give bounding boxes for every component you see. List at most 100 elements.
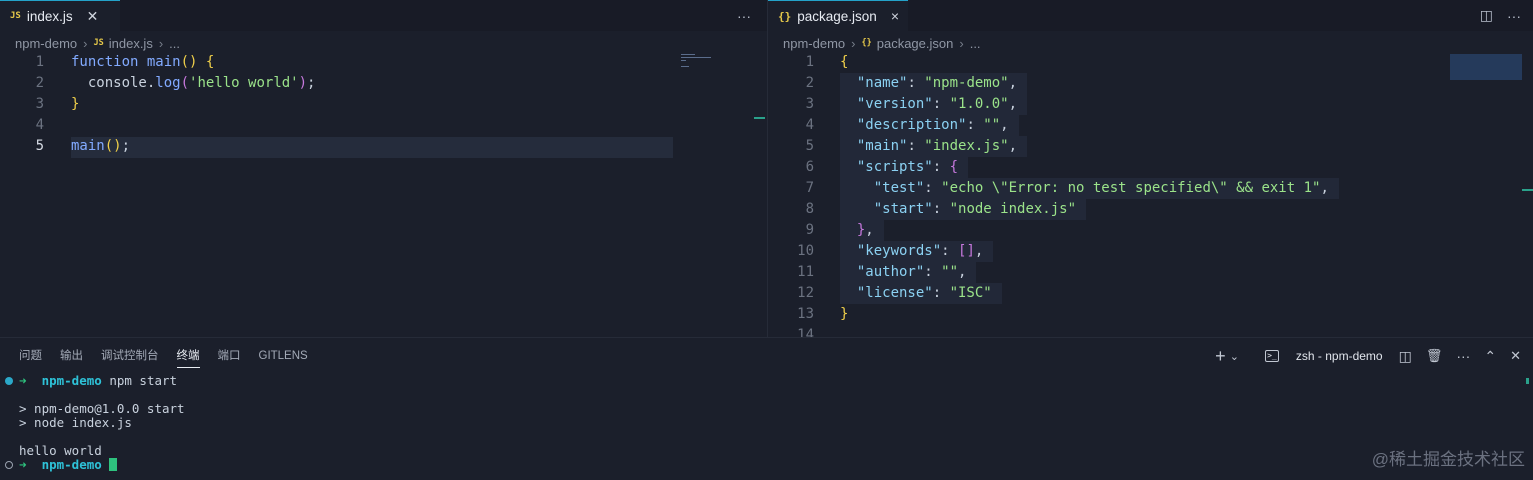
command-decoration-icon[interactable]: [5, 461, 13, 469]
code-editor-right[interactable]: 1{2 "name": "npm-demo", 3 "version": "1.0…: [768, 52, 1533, 337]
line-number: 5: [805, 138, 814, 154]
code-line[interactable]: 4: [0, 115, 767, 136]
line-number: 9: [805, 222, 814, 238]
code-token: main: [71, 138, 105, 154]
close-icon[interactable]: ×: [891, 8, 899, 24]
scrollbar-marker: [754, 117, 765, 119]
breadcrumb-file[interactable]: index.js: [109, 36, 153, 51]
panel-tab[interactable]: 问题: [10, 338, 51, 374]
code-line[interactable]: 3 "version": "1.0.0",: [768, 94, 1533, 115]
code-line[interactable]: 6 "scripts": {: [768, 157, 1533, 178]
tab-index-js[interactable]: JS index.js ✕: [0, 0, 120, 31]
line-number: 8: [805, 201, 814, 217]
code-token: ;: [121, 138, 131, 154]
line-number: 13: [797, 306, 814, 322]
code-token: "author": [856, 264, 925, 280]
code-token: ,: [1008, 96, 1018, 112]
code-line[interactable]: 10 "keywords": [],: [768, 241, 1533, 262]
close-panel-icon[interactable]: ✕: [1510, 348, 1521, 364]
code-editor-left[interactable]: 1 function main() {2 console.log('hello w…: [0, 52, 767, 157]
line-number: 2: [35, 75, 44, 91]
ellipsis-icon[interactable]: ···: [1507, 8, 1521, 24]
terminal-line: hello world: [0, 444, 1533, 458]
code-line[interactable]: 9 },: [768, 220, 1533, 241]
panel-tab[interactable]: 输出: [51, 338, 92, 374]
code-token: ): [298, 75, 308, 91]
code-line[interactable]: 8 "start": "node index.js": [768, 199, 1533, 220]
maximize-panel-icon[interactable]: ⌃: [1484, 348, 1496, 365]
terminal-text: ➜ npm-demo npm start: [19, 374, 177, 388]
code-token: "start": [873, 201, 933, 217]
code-line[interactable]: 12 "license": "ISC": [768, 283, 1533, 304]
ellipsis-icon[interactable]: ···: [1456, 348, 1470, 364]
breadcrumb-symbol[interactable]: ...: [970, 36, 981, 51]
bottom-panel: 问题 输出 调试控制台 终端 端口 GITLENS + ⌄ >_ zsh - npm-de…: [0, 337, 1533, 480]
code-token: :: [941, 243, 959, 259]
code-line[interactable]: 11 "author": "",: [768, 262, 1533, 283]
code-line[interactable]: 7 "test": "echo \"Error: no test specifi…: [768, 178, 1533, 199]
close-icon[interactable]: ✕: [87, 8, 99, 25]
panel-tab[interactable]: 终端: [168, 338, 209, 374]
terminal-icon: >_: [1264, 350, 1279, 362]
breadcrumb-folder[interactable]: npm-demo: [15, 36, 77, 51]
split-editor-icon[interactable]: ◫: [1480, 7, 1493, 24]
terminal-name: zsh - npm-demo: [1295, 349, 1383, 363]
panel-actions: + ⌄ >_ zsh - npm-demo ◫ 🗑︎ ··· ⌃ ✕: [1203, 338, 1521, 374]
code-line[interactable]: 1{: [768, 52, 1533, 73]
more-actions-button[interactable]: ···: [737, 0, 751, 31]
panel-tab[interactable]: GITLENS: [250, 338, 317, 374]
minimap-slider[interactable]: [1450, 54, 1522, 80]
code-token: (): [104, 138, 122, 154]
command-decoration-icon[interactable]: [5, 377, 13, 385]
code-token: ,: [1000, 117, 1009, 133]
minimap-line: [681, 60, 686, 61]
panel-tab[interactable]: 端口: [209, 338, 250, 374]
chevron-right-icon: ›: [959, 35, 964, 51]
code-line[interactable]: 4 "description": "",: [768, 115, 1533, 136]
code-token: 'hello world': [189, 75, 299, 91]
add-terminal-icon[interactable]: +: [1215, 346, 1226, 367]
code-token: {: [205, 54, 215, 70]
panel-tab[interactable]: 调试控制台: [92, 338, 168, 374]
code-line[interactable]: 14: [768, 325, 1533, 337]
code-line[interactable]: 5 main();: [0, 136, 767, 157]
code-line[interactable]: 1 function main() {: [0, 52, 767, 73]
breadcrumb-symbol[interactable]: ...: [169, 36, 180, 51]
breadcrumb: npm-demo › {} package.json › ...: [768, 33, 981, 53]
code-text: main();: [71, 136, 130, 157]
terminal-selector[interactable]: >_ zsh - npm-demo: [1253, 349, 1383, 363]
code-line[interactable]: 13}: [768, 304, 1533, 325]
code-line[interactable]: 5 "main": "index.js",: [768, 136, 1533, 157]
terminal-output[interactable]: ➜ npm-demo npm start > npm-demo@1.0.0 sta…: [0, 374, 1533, 472]
line-number: 7: [805, 180, 814, 196]
split-terminal-icon[interactable]: ◫: [1399, 348, 1412, 365]
ellipsis-icon: ···: [737, 7, 751, 24]
code-line[interactable]: 2 "name": "npm-demo",: [768, 73, 1533, 94]
code-token: :: [907, 75, 925, 91]
code-line[interactable]: 3}: [0, 94, 767, 115]
code-token: ,: [1008, 75, 1018, 91]
code-line[interactable]: 2 console.log('hello world');: [0, 73, 767, 94]
code-text: "keywords": [],: [840, 241, 983, 262]
terminal-line: ➜ npm-demo: [0, 458, 1533, 472]
code-text: "version": "1.0.0",: [840, 94, 1017, 115]
breadcrumb-file[interactable]: package.json: [877, 36, 954, 51]
terminal-text: > node index.js: [19, 415, 132, 430]
code-text: "license": "ISC": [840, 283, 992, 304]
breadcrumb-folder[interactable]: npm-demo: [783, 36, 845, 51]
line-number: 14: [797, 327, 814, 337]
tab-package-json[interactable]: {} package.json ×: [768, 0, 908, 31]
line-number: 3: [805, 96, 814, 112]
chevron-down-icon[interactable]: ⌄: [1230, 350, 1239, 363]
terminal-text: > npm-demo@1.0.0 start: [19, 401, 185, 416]
code-token: "echo \"Error: no test specified\" && ex…: [941, 180, 1321, 196]
code-token: console.: [71, 75, 156, 91]
trash-icon[interactable]: 🗑︎: [1426, 348, 1443, 364]
js-file-icon: JS: [93, 38, 104, 48]
